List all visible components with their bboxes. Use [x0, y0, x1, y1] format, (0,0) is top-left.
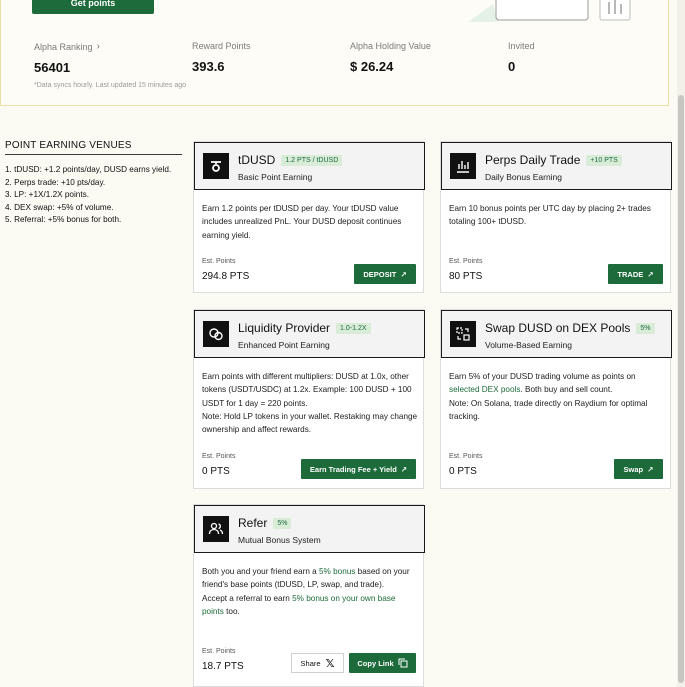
button-label: Earn Trading Fee + Yield	[309, 464, 397, 474]
card-title: Liquidity Provider	[238, 321, 331, 335]
arrow-up-right-icon: ↗	[647, 269, 654, 279]
card-title: tDUSD	[238, 153, 276, 167]
swap-dusd-card: Swap DUSD on DEX Pools 5% Volume-Based Ea…	[440, 309, 672, 489]
copy-icon	[398, 658, 408, 668]
stat-reward-points: Reward Points 393.6	[192, 41, 251, 74]
stat-alpha-holding-value: Alpha Holding Value $ 26.24	[350, 41, 431, 74]
button-label: DEPOSIT	[363, 269, 397, 279]
button-label: Swap	[623, 464, 644, 474]
est-points-value: 80 PTS	[449, 271, 483, 282]
stat-label: Alpha Ranking	[34, 41, 93, 52]
sync-note: *Data syncs hourly. Last updated 15 minu…	[34, 82, 187, 89]
liquidity-provider-card: Liquidity Provider 1.0-1.2X Enhanced Poin…	[193, 309, 425, 489]
est-points-value: 18.7 PTS	[202, 661, 244, 672]
stat-value: 56401	[34, 60, 71, 75]
list-item: 4. DEX swap: +5% of volume.	[5, 202, 114, 212]
list-item: 2. Perps trade: +10 pts/day.	[5, 177, 106, 187]
card-header: tDUSD 1.2 PTS / tDUSD Basic Point Earning	[194, 142, 425, 190]
est-points-label: Est. Points	[449, 258, 483, 265]
users-icon	[203, 516, 229, 542]
list-item: 3. LP: +1X/1.2X points.	[5, 190, 89, 199]
card-header: Perps Daily Trade +10 PTS Daily Bonus Ear…	[441, 142, 672, 190]
refer-card: Refer 5% Mutual Bonus System Both you and…	[193, 504, 425, 687]
card-description: Earn 1.2 points per tDUSD per day. Your …	[202, 204, 402, 240]
est-points-value: 0 PTS	[449, 466, 477, 477]
description-text: too.	[223, 606, 240, 616]
stat-invited: Invited 0	[508, 41, 535, 74]
card-title: Perps Daily Trade	[485, 153, 581, 167]
stat-alpha-ranking[interactable]: Alpha Ranking › 56401	[34, 41, 100, 75]
description-text: Accept a referral to earn	[202, 593, 293, 603]
points-badge: 5%	[636, 322, 655, 334]
arrow-up-right-icon: ↗	[647, 464, 654, 474]
description-text: . Both buy and sell count.	[520, 385, 613, 395]
coins-icon	[203, 321, 229, 347]
tdusd-card: tDUSD 1.2 PTS / tDUSD Basic Point Earning…	[193, 141, 425, 293]
share-x-button[interactable]: Share 𝕏	[291, 653, 344, 673]
est-points-value: 294.8 PTS	[202, 271, 250, 282]
chart-icon	[450, 153, 476, 179]
card-subtitle: Volume-Based Earning	[485, 340, 572, 350]
description-note: Note: Hold LP tokens in your wallet. Res…	[202, 411, 418, 435]
get-points-button[interactable]: Get points	[32, 0, 154, 14]
description-text: Both you and your friend earn a	[202, 567, 319, 576]
points-badge: 1.2 PTS / tDUSD	[281, 154, 343, 166]
points-badge: +10 PTS	[586, 154, 622, 166]
earn-trading-fee-button[interactable]: Earn Trading Fee + Yield ↗	[301, 459, 416, 479]
stat-label: Alpha Holding Value	[350, 41, 431, 51]
list-item: 5. Referral: +5% bonus for both.	[5, 215, 122, 224]
card-subtitle: Mutual Bonus System	[238, 535, 321, 545]
arrow-up-right-icon: ↗	[400, 269, 407, 279]
est-points-label: Est. Points	[202, 453, 236, 460]
venue-list: 1. tDUSD: +1.2 points/day, DUSD earns yi…	[5, 164, 175, 227]
card-subtitle: Daily Bonus Earning	[485, 172, 563, 182]
est-points-label: Est. Points	[449, 453, 483, 460]
points-badge: 1.0-1.2X	[336, 322, 371, 334]
button-label: TRADE	[617, 269, 644, 279]
scrollbar-thumb[interactable]	[678, 95, 684, 683]
card-title: Swap DUSD on DEX Pools	[485, 321, 631, 335]
description-text: Earn points with different multipliers: …	[202, 372, 412, 408]
x-logo-icon: 𝕏	[325, 657, 335, 670]
swap-button[interactable]: Swap ↗	[614, 459, 663, 479]
stat-value: 393.6	[192, 59, 225, 74]
arrow-up-right-icon: ↗	[400, 464, 408, 474]
card-header: Swap DUSD on DEX Pools 5% Volume-Based Ea…	[441, 310, 672, 358]
button-label: Share	[300, 658, 321, 668]
card-title: Refer	[238, 516, 268, 530]
perps-card: Perps Daily Trade +10 PTS Daily Bonus Ear…	[440, 141, 672, 293]
card-header: Liquidity Provider 1.0-1.2X Enhanced Poin…	[194, 310, 425, 358]
swap-icon	[450, 321, 476, 347]
bonus-highlight: 5% bonus	[318, 567, 356, 576]
points-badge: 5%	[273, 517, 292, 529]
card-subtitle: Basic Point Earning	[238, 172, 313, 182]
card-header: Refer 5% Mutual Bonus System	[194, 505, 425, 553]
stat-value: $ 26.24	[350, 59, 394, 74]
tdusd-icon	[203, 153, 229, 179]
button-label: Copy Link	[357, 658, 394, 668]
selected-dex-pools-link[interactable]: selected DEX pools	[449, 385, 520, 394]
card-subtitle: Enhanced Point Earning	[238, 340, 330, 350]
est-points-label: Est. Points	[202, 258, 236, 265]
deposit-button[interactable]: DEPOSIT ↗	[354, 264, 416, 284]
list-item: 1. tDUSD: +1.2 points/day, DUSD earns yi…	[5, 165, 172, 174]
card-description: Earn 5% of your DUSD trading volume as p…	[449, 370, 664, 423]
stat-label: Invited	[508, 41, 535, 51]
decorative-illustration	[468, 0, 631, 22]
copy-link-button[interactable]: Copy Link	[349, 653, 416, 673]
card-description: Earn 10 bonus points per UTC day by plac…	[449, 204, 651, 227]
stat-value: 0	[508, 59, 516, 74]
card-description: Earn points with different multipliers: …	[202, 370, 420, 436]
trade-button[interactable]: TRADE ↗	[608, 264, 663, 284]
description-note: Note: On Solana, trade directly on Raydi…	[449, 398, 648, 421]
description-text: Earn 5% of your DUSD trading volume as p…	[449, 372, 636, 381]
est-points-value: 0 PTS	[202, 466, 230, 477]
card-description: Both you and your friend earn a 5% bonus…	[202, 565, 416, 618]
est-points-label: Est. Points	[202, 648, 236, 655]
venues-title: POINT EARNING VENUES	[5, 140, 182, 155]
rewards-summary-card: Get points Alpha Ranking › 56401 Reward P…	[0, 0, 669, 106]
stat-label: Reward Points	[192, 41, 251, 51]
chevron-right-icon: ›	[96, 41, 100, 52]
